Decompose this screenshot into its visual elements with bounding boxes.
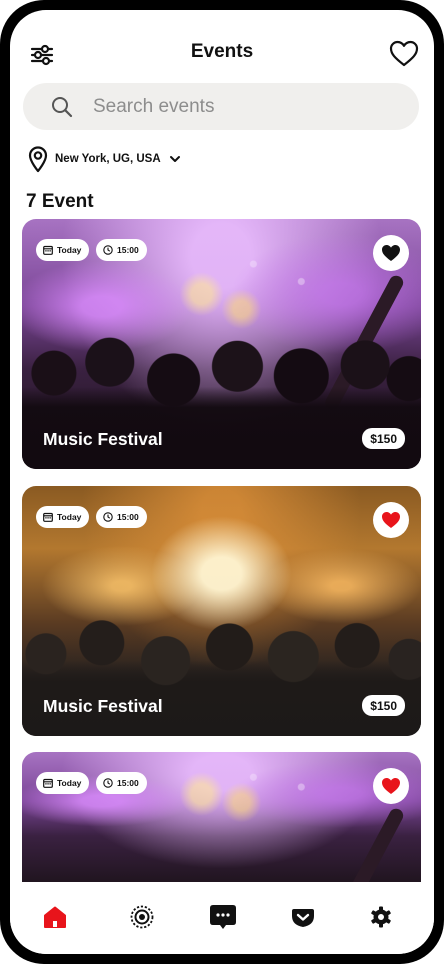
time-chip: 15:00 (96, 772, 147, 794)
clock-icon (103, 245, 113, 255)
chat-icon (210, 905, 236, 929)
time-chip: 15:00 (96, 239, 147, 261)
pocket-icon (292, 909, 314, 927)
heart-filled-icon (382, 778, 400, 794)
events-count: 7 Event (26, 191, 94, 212)
bottom-nav (10, 882, 434, 954)
calendar-icon (43, 512, 53, 522)
date-chip: Today (36, 772, 90, 794)
app-screen: Events New York, UG, USA 7 Event (10, 10, 434, 954)
raised-hand-shape (322, 806, 406, 892)
event-title: Music Festival (43, 696, 163, 716)
chevron-down-icon (169, 156, 180, 162)
settings-icon (371, 906, 391, 928)
favorite-button[interactable] (373, 768, 409, 804)
date-label: Today (57, 778, 82, 788)
time-chip: 15:00 (96, 506, 147, 528)
location-label: New York, UG, USA (55, 153, 161, 165)
favorite-button[interactable] (373, 235, 409, 271)
phone-frame: Events New York, UG, USA 7 Event (0, 0, 444, 964)
time-label: 15:00 (117, 778, 139, 788)
clock-icon (103, 778, 113, 788)
event-card[interactable]: Today 15:00 (22, 752, 421, 892)
event-title: Music Festival (43, 429, 163, 449)
search-icon (52, 97, 73, 118)
search-bar[interactable] (23, 83, 419, 130)
header: Events (10, 40, 434, 68)
event-card[interactable]: Today 15:00 Music Festival $150 (22, 486, 421, 736)
heart-filled-icon (382, 512, 400, 528)
home-icon (44, 906, 66, 928)
page-title: Events (190, 41, 254, 62)
favorite-button[interactable] (373, 502, 409, 538)
nav-settings[interactable] (366, 902, 396, 932)
nav-explore[interactable] (127, 902, 157, 932)
calendar-icon (43, 245, 53, 255)
calendar-icon (43, 778, 53, 788)
price-badge: $150 (362, 695, 405, 716)
event-card[interactable]: Today 15:00 Music Festival $150 (22, 219, 421, 469)
heart-outline-icon[interactable] (389, 40, 419, 68)
search-input[interactable] (93, 91, 393, 122)
clock-icon (103, 512, 113, 522)
nav-messages[interactable] (207, 902, 239, 932)
time-label: 15:00 (117, 512, 139, 522)
location-selector[interactable]: New York, UG, USA (27, 145, 181, 173)
heart-filled-icon (382, 245, 400, 261)
date-label: Today (57, 245, 82, 255)
target-icon (130, 905, 154, 929)
date-chip: Today (36, 506, 90, 528)
time-label: 15:00 (117, 245, 139, 255)
map-pin-icon (28, 146, 48, 173)
nav-home[interactable] (40, 902, 70, 932)
date-chip: Today (36, 239, 90, 261)
date-label: Today (57, 512, 82, 522)
price-badge: $150 (362, 428, 405, 449)
nav-saved[interactable] (288, 902, 318, 932)
